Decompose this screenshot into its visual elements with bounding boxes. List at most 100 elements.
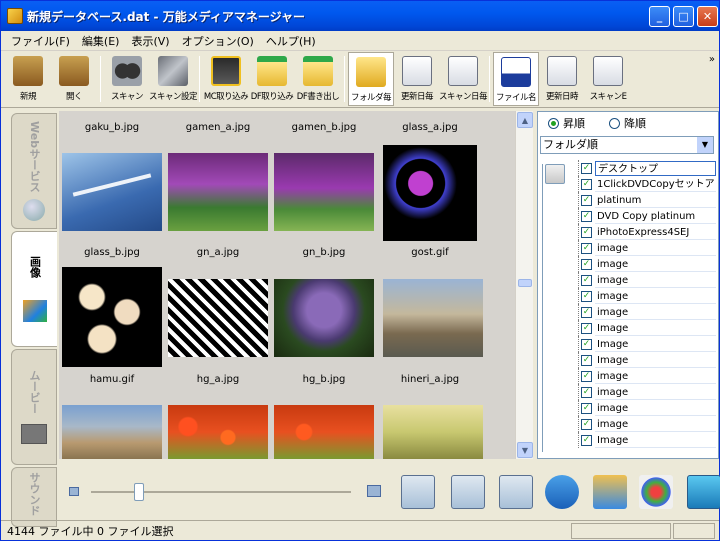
- thumbnail-image[interactable]: [62, 267, 162, 367]
- df-import-button[interactable]: DF取り込み: [249, 52, 295, 106]
- scroll-down-icon[interactable]: ▼: [517, 442, 533, 458]
- thumbnail-caption[interactable]: hamu.gif: [59, 372, 165, 388]
- folder-checkbox[interactable]: ✓: [581, 322, 592, 334]
- recycle-icon[interactable]: [545, 475, 579, 509]
- thumbnail-image[interactable]: [274, 279, 374, 357]
- thumbnail-caption[interactable]: gaku_b.jpg: [59, 120, 165, 136]
- scroll-up-icon[interactable]: ▲: [517, 112, 533, 128]
- folder-list-item[interactable]: ✓ Image: [578, 320, 716, 336]
- minimize-button[interactable]: _: [649, 6, 670, 27]
- folder-name[interactable]: platinum: [595, 192, 716, 208]
- menu-view[interactable]: 表示(V): [125, 33, 175, 49]
- folder-checkbox[interactable]: ✓: [581, 162, 592, 174]
- export-icon[interactable]: [687, 475, 720, 509]
- folder-name[interactable]: Image: [595, 320, 716, 336]
- folder-name[interactable]: DVD Copy platinum: [595, 208, 716, 224]
- group-by-folder-button[interactable]: フォルダ毎: [348, 52, 394, 106]
- thumbnail-caption[interactable]: gost.gif: [377, 245, 483, 261]
- thumbnail-image[interactable]: [383, 405, 483, 459]
- group-by-scan-date-button[interactable]: スキャン日毎: [439, 52, 488, 106]
- folder-checkbox[interactable]: ✓: [581, 242, 592, 254]
- folder-list-item[interactable]: ✓ Image: [578, 352, 716, 368]
- thumbnail-image[interactable]: [168, 153, 268, 231]
- folder-checkbox[interactable]: ✓: [581, 210, 592, 222]
- folder-name[interactable]: image: [595, 288, 716, 304]
- title-bar[interactable]: 新規データベース.dat - 万能メディアマネージャー _ □ ✕: [1, 1, 719, 31]
- folder-list-item[interactable]: ✓ image: [578, 272, 716, 288]
- thumbnail-caption[interactable]: glass_b.jpg: [59, 245, 165, 261]
- folder-checkbox[interactable]: ✓: [581, 258, 592, 270]
- flip-icon[interactable]: [499, 475, 533, 509]
- folder-list-item[interactable]: ✓ image: [578, 304, 716, 320]
- folder-name[interactable]: Image: [595, 432, 716, 448]
- scrollbar-thumb[interactable]: [518, 279, 532, 287]
- thumbnail-caption[interactable]: glass_a.jpg: [377, 120, 483, 136]
- group-by-modified-button[interactable]: 更新日毎: [394, 52, 440, 106]
- folder-name[interactable]: image: [595, 240, 716, 256]
- folder-name[interactable]: デスクトップ: [595, 160, 716, 176]
- scan-button[interactable]: スキャン: [104, 52, 150, 106]
- thumbnail-image[interactable]: [274, 153, 374, 231]
- folder-checkbox[interactable]: ✓: [581, 194, 592, 206]
- thumbnail-image[interactable]: [62, 153, 162, 231]
- folder-checkbox[interactable]: ✓: [581, 226, 592, 238]
- folder-name[interactable]: iPhotoExpress4SEJ: [595, 224, 716, 240]
- thumbnail-caption[interactable]: gamen_a.jpg: [165, 120, 271, 136]
- folder-list-item[interactable]: ✓ image: [578, 384, 716, 400]
- thumbnail-image[interactable]: [168, 405, 268, 459]
- folder-name[interactable]: image: [595, 272, 716, 288]
- folder-checkbox[interactable]: ✓: [581, 434, 592, 446]
- folder-checkbox[interactable]: ✓: [581, 290, 592, 302]
- folder-name[interactable]: image: [595, 400, 716, 416]
- folder-list-item[interactable]: ✓1ClickDVDCopyセットアップ: [578, 176, 716, 192]
- folder-level-slider[interactable]: [542, 164, 565, 452]
- thumbnail-size-slider[interactable]: [69, 483, 381, 501]
- folder-list-item[interactable]: ✓ image: [578, 256, 716, 272]
- sort-by-scan-button[interactable]: スキャンE: [585, 52, 631, 106]
- df-export-button[interactable]: DF書き出し: [295, 52, 341, 106]
- ascending-radio[interactable]: [548, 117, 559, 129]
- thumbnail-image[interactable]: [274, 405, 374, 459]
- folder-name[interactable]: image: [595, 384, 716, 400]
- folder-list-item[interactable]: ✓ Image: [578, 336, 716, 352]
- thumbnail-image[interactable]: [383, 145, 477, 241]
- folder-checkbox[interactable]: ✓: [581, 370, 592, 382]
- thumbnail-caption[interactable]: gn_a.jpg: [165, 245, 271, 261]
- folder-name[interactable]: image: [595, 416, 716, 432]
- rotate-right-icon[interactable]: [401, 475, 435, 509]
- thumbnail-caption[interactable]: hg_a.jpg: [165, 372, 271, 388]
- thumbnail-caption[interactable]: hg_b.jpg: [271, 372, 377, 388]
- folder-list-item[interactable]: ✓ Image: [578, 432, 716, 448]
- folder-list-item[interactable]: ✓ image: [578, 240, 716, 256]
- folder-list-item[interactable]: ✓ デスクトップ: [578, 160, 716, 176]
- folder-checkbox[interactable]: ✓: [581, 178, 592, 190]
- color-edit-icon[interactable]: [639, 475, 673, 509]
- folder-checkbox[interactable]: ✓: [581, 386, 592, 398]
- folder-name[interactable]: Image: [595, 352, 716, 368]
- folder-checkbox[interactable]: ✓: [581, 418, 592, 430]
- slideshow-icon[interactable]: [593, 475, 627, 509]
- folder-checkbox[interactable]: ✓: [581, 274, 592, 286]
- tab-images[interactable]: 画像: [11, 231, 57, 347]
- slider-track[interactable]: [91, 491, 351, 493]
- tab-sound[interactable]: サウンド: [11, 467, 57, 527]
- folder-name[interactable]: 1ClickDVDCopyセットアップ: [595, 176, 716, 192]
- descending-radio[interactable]: [609, 117, 620, 129]
- tab-web-services[interactable]: Webサービス: [11, 113, 57, 229]
- ascending-label[interactable]: 昇順: [563, 115, 585, 131]
- folder-list-item[interactable]: ✓ image: [578, 288, 716, 304]
- thumbnail-image[interactable]: [62, 405, 162, 459]
- menu-file[interactable]: ファイル(F): [5, 33, 76, 49]
- thumbnail-caption[interactable]: gn_b.jpg: [271, 245, 377, 261]
- scan-settings-button[interactable]: スキャン設定: [149, 52, 198, 106]
- folder-checkbox[interactable]: ✓: [581, 338, 592, 350]
- grid-scrollbar[interactable]: ▲ ▼: [515, 111, 533, 459]
- thumbnail-caption[interactable]: gamen_b.jpg: [271, 120, 377, 136]
- menu-help[interactable]: ヘルプ(H): [260, 33, 322, 49]
- close-button[interactable]: ✕: [697, 6, 718, 27]
- thumbnail-image[interactable]: [168, 279, 268, 357]
- open-button[interactable]: 開く: [51, 52, 97, 106]
- new-button[interactable]: 新規: [5, 52, 51, 106]
- folder-list-item[interactable]: ✓ iPhotoExpress4SEJ: [578, 224, 716, 240]
- folder-list-item[interactable]: ✓ image: [578, 368, 716, 384]
